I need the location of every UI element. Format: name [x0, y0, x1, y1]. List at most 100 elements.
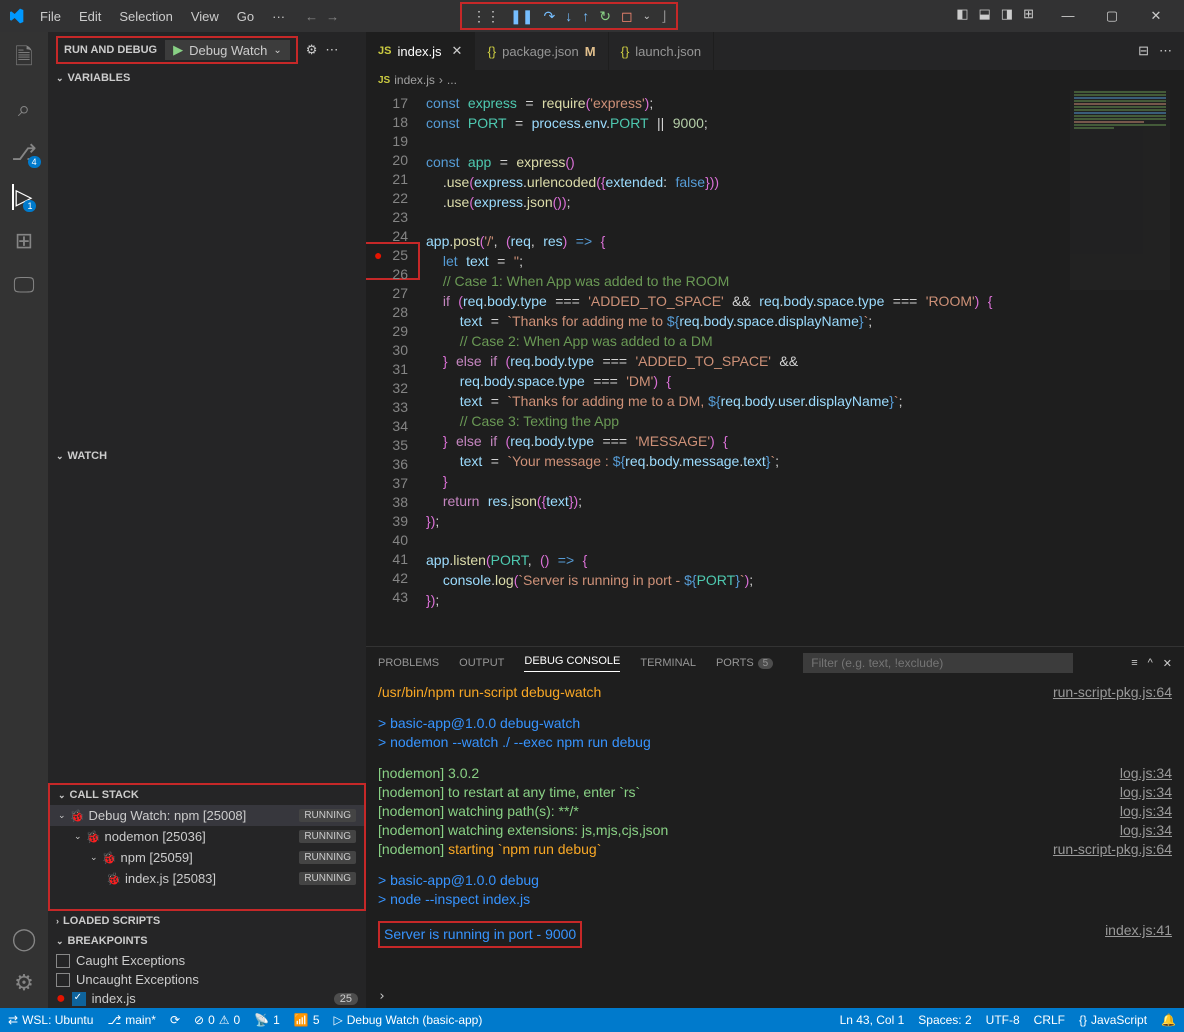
- panel-maximize-icon[interactable]: ^: [1148, 657, 1153, 670]
- breakpoint-dot-icon[interactable]: ●: [374, 246, 382, 265]
- remote-explorer-icon[interactable]: 🖵: [13, 272, 34, 298]
- breakpoints-section-header[interactable]: ⌄ BREAKPOINTS: [48, 931, 366, 951]
- checkbox-icon[interactable]: [56, 954, 70, 968]
- chevron-down-icon: ⌄: [58, 790, 66, 801]
- callstack-row[interactable]: 🐞index.js [25083]RUNNING: [50, 868, 364, 889]
- panel-tab-debug-console[interactable]: DEBUG CONSOLE: [524, 655, 620, 672]
- json-file-icon: {}: [621, 44, 630, 59]
- layout-panel-icon[interactable]: ⬓: [979, 6, 991, 22]
- debug-step-over-icon[interactable]: ↷: [543, 8, 555, 25]
- compare-changes-icon[interactable]: ⊟: [1138, 43, 1149, 59]
- nav-back-icon[interactable]: ←: [305, 9, 318, 24]
- chevron-down-icon: ⌄: [56, 451, 64, 462]
- loaded-scripts-section-header[interactable]: › LOADED SCRIPTS: [48, 911, 366, 931]
- breakpoint-uncaught-exceptions[interactable]: Uncaught Exceptions: [48, 970, 366, 989]
- modified-indicator: M: [585, 44, 596, 59]
- checkbox-checked-icon[interactable]: [72, 992, 86, 1006]
- debug-console-input[interactable]: ›: [366, 985, 1184, 1008]
- callstack-row[interactable]: ⌄🐞npm [25059]RUNNING: [50, 847, 364, 868]
- close-tab-icon[interactable]: ✕: [452, 43, 463, 59]
- git-sync-status[interactable]: ⟳: [170, 1013, 180, 1027]
- callstack-section-header[interactable]: ⌄ CALL STACK: [50, 785, 364, 805]
- panel-tab-output[interactable]: OUTPUT: [459, 657, 504, 669]
- chevron-down-icon: ⌄: [90, 852, 98, 863]
- cursor-position-status[interactable]: Ln 43, Col 1: [840, 1013, 905, 1027]
- debug-restart-icon[interactable]: ↻: [599, 8, 611, 25]
- debug-command-icon[interactable]: ⌋: [661, 8, 666, 25]
- breakpoint-caught-exceptions[interactable]: Caught Exceptions: [48, 951, 366, 970]
- debug-status[interactable]: ▷ Debug Watch (basic-app): [334, 1013, 483, 1027]
- tab-launch-json[interactable]: {} launch.json: [609, 32, 714, 70]
- process-status-badge: RUNNING: [299, 851, 356, 864]
- search-icon[interactable]: ⌕: [18, 96, 30, 122]
- explorer-icon[interactable]: 🗎: [15, 40, 33, 78]
- spaces-status[interactable]: Spaces: 2: [918, 1013, 971, 1027]
- minimap[interactable]: [1070, 90, 1170, 290]
- panel-tab-ports[interactable]: PORTS5: [716, 657, 773, 669]
- menu-edit[interactable]: Edit: [71, 5, 109, 28]
- panel-filter-input[interactable]: [803, 653, 1073, 673]
- editor-gutter[interactable]: 1718192021222324 ●25 2627282930313233343…: [366, 90, 426, 646]
- window-maximize-icon[interactable]: ▢: [1092, 8, 1132, 24]
- problems-status[interactable]: ⊘ 0 ⚠ 0: [194, 1013, 240, 1027]
- app-menu: File Edit Selection View Go ···: [32, 5, 293, 28]
- debug-config-picker[interactable]: ▶ Debug Watch ⌄: [165, 40, 290, 60]
- panel-tab-terminal[interactable]: TERMINAL: [640, 657, 696, 669]
- watch-section-header[interactable]: ⌄ WATCH: [48, 446, 366, 466]
- variables-section-header[interactable]: ⌄ VARIABLES: [48, 68, 366, 88]
- menu-file[interactable]: File: [32, 5, 69, 28]
- tab-package-json[interactable]: {} package.json M: [475, 32, 608, 70]
- radio-status[interactable]: 📡 1: [254, 1013, 280, 1027]
- process-status-badge: RUNNING: [299, 830, 356, 843]
- account-icon[interactable]: ◯: [12, 926, 37, 952]
- editor-area: JS index.js ✕ {} package.json M {} launc…: [366, 32, 1184, 1008]
- language-status[interactable]: {} JavaScript: [1079, 1013, 1147, 1027]
- debug-dropdown-icon[interactable]: ⌄: [643, 11, 651, 22]
- nav-forward-icon[interactable]: →: [326, 9, 339, 24]
- eol-status[interactable]: CRLF: [1034, 1013, 1065, 1027]
- menu-more[interactable]: ···: [264, 5, 293, 28]
- debug-console-output[interactable]: /usr/bin/npm run-script debug-watchrun-s…: [366, 679, 1184, 985]
- callstack-row[interactable]: ⌄🐞nodemon [25036]RUNNING: [50, 826, 364, 847]
- panel-tree-icon[interactable]: ≡: [1131, 657, 1137, 670]
- more-icon[interactable]: ⋯: [325, 42, 338, 58]
- window-close-icon[interactable]: ✕: [1136, 8, 1176, 24]
- layout-custom-icon[interactable]: ⊞: [1023, 6, 1034, 22]
- debug-toolbar: ⋮⋮ ❚❚ ↷ ↓ ↑ ↻ ◻ ⌄ ⌋: [460, 2, 678, 30]
- js-file-icon: JS: [378, 75, 390, 86]
- breadcrumb[interactable]: JS index.js › ...: [366, 70, 1184, 90]
- menu-selection[interactable]: Selection: [111, 5, 180, 28]
- debug-step-out-icon[interactable]: ↑: [582, 8, 589, 24]
- json-file-icon: {}: [487, 44, 496, 59]
- menu-view[interactable]: View: [183, 5, 227, 28]
- more-actions-icon[interactable]: ⋯: [1159, 43, 1172, 59]
- git-branch-status[interactable]: ⎇ main*: [107, 1013, 156, 1027]
- window-minimize-icon[interactable]: —: [1048, 8, 1088, 24]
- debug-pause-icon[interactable]: ❚❚: [510, 8, 533, 25]
- encoding-status[interactable]: UTF-8: [986, 1013, 1020, 1027]
- launch-config-gear-icon[interactable]: ⚙: [306, 42, 318, 58]
- code-editor[interactable]: const express = require('express'); cons…: [426, 90, 992, 646]
- panel-tab-problems[interactable]: PROBLEMS: [378, 657, 439, 669]
- extensions-icon[interactable]: ⊞: [15, 228, 33, 254]
- settings-gear-icon[interactable]: ⚙: [14, 970, 34, 996]
- debug-stop-icon[interactable]: ◻: [621, 8, 633, 25]
- breakpoint-file-row[interactable]: ● index.js 25: [48, 989, 366, 1008]
- debug-icon[interactable]: ▷1: [12, 184, 33, 210]
- sidebar: RUN AND DEBUG ▶ Debug Watch ⌄ ⚙ ⋯ ⌄ VARI…: [48, 32, 366, 1008]
- ports-status[interactable]: 📶 5: [294, 1013, 320, 1027]
- chevron-down-icon: ⌄: [56, 936, 64, 947]
- tab-index-js[interactable]: JS index.js ✕: [366, 32, 475, 70]
- remote-wsl-status[interactable]: ⇄ WSL: Ubuntu: [8, 1013, 93, 1027]
- layout-sidebar-right-icon[interactable]: ◨: [1001, 6, 1013, 22]
- panel-close-icon[interactable]: ✕: [1163, 657, 1172, 670]
- debug-drag-handle-icon[interactable]: ⋮⋮: [472, 8, 500, 25]
- statusbar: ⇄ WSL: Ubuntu ⎇ main* ⟳ ⊘ 0 ⚠ 0 📡 1 📶 5 …: [0, 1008, 1184, 1032]
- debug-step-into-icon[interactable]: ↓: [565, 8, 572, 24]
- notifications-icon[interactable]: 🔔: [1161, 1013, 1176, 1027]
- layout-sidebar-left-icon[interactable]: ◧: [956, 6, 968, 22]
- checkbox-icon[interactable]: [56, 973, 70, 987]
- callstack-row[interactable]: ⌄🐞Debug Watch: npm [25008]RUNNING: [50, 805, 364, 826]
- scm-icon[interactable]: ⎇4: [11, 140, 36, 166]
- menu-go[interactable]: Go: [229, 5, 262, 28]
